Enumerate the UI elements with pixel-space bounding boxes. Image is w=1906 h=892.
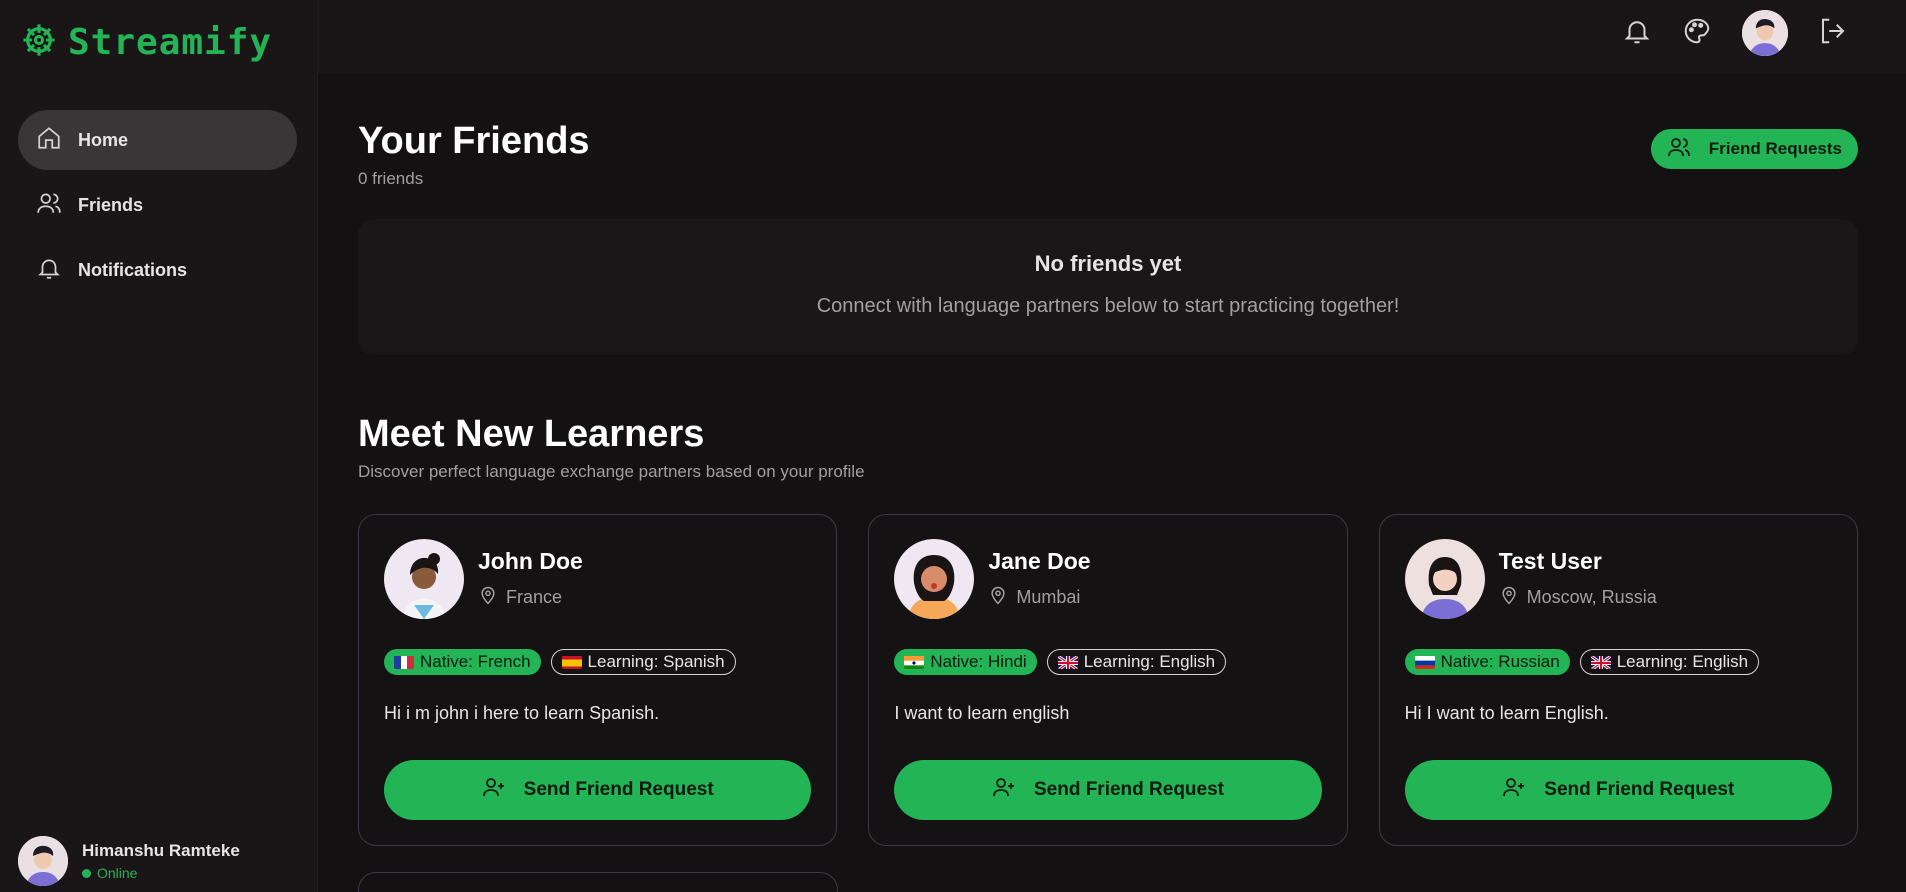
map-pin-icon xyxy=(1499,585,1519,610)
flag-uk-icon xyxy=(1057,655,1078,669)
section-title: Meet New Learners xyxy=(358,413,705,455)
learning-language-label: Learning: English xyxy=(1083,652,1216,671)
friend-requests-button[interactable]: Friend Requests xyxy=(1650,129,1858,169)
learning-language-label: Learning: English xyxy=(1616,652,1749,671)
learner-location: Moscow, Russia xyxy=(1499,585,1657,610)
learner-card: Jane Doe Mumbai Native: Hindi Learning: … xyxy=(868,514,1348,846)
online-dot-icon xyxy=(82,868,91,878)
map-pin-icon xyxy=(478,585,498,610)
map-pin-icon xyxy=(988,585,1008,610)
learner-bio: Hi i m john i here to learn Spanish. xyxy=(384,703,660,723)
user-plus-icon xyxy=(992,775,1016,805)
avatar xyxy=(894,539,975,619)
send-friend-request-button[interactable]: Send Friend Request xyxy=(1404,760,1832,820)
learner-card xyxy=(358,872,838,892)
flag-russia-icon xyxy=(1414,655,1435,669)
ship-wheel-icon xyxy=(22,23,56,62)
learning-language-badge: Learning: Spanish xyxy=(550,649,736,675)
avatar xyxy=(1404,539,1485,619)
native-language-label: Native: Hindi xyxy=(930,652,1027,671)
bell-icon[interactable] xyxy=(1622,16,1652,51)
home-icon xyxy=(36,125,62,156)
learner-card: John Doe France Native: French Learning:… xyxy=(358,514,838,846)
sidebar-item-label: Friends xyxy=(78,194,144,215)
flag-france-icon xyxy=(394,655,414,669)
flag-uk-icon xyxy=(1590,655,1611,669)
learner-location: France xyxy=(478,585,583,610)
users-icon xyxy=(1667,135,1691,164)
logout-icon[interactable] xyxy=(1818,16,1848,51)
app-name: Streamify xyxy=(68,21,273,63)
learner-cards: John Doe France Native: French Learning:… xyxy=(358,514,1858,846)
users-icon xyxy=(36,190,62,221)
topbar xyxy=(318,0,1906,74)
learner-bio: Hi I want to learn English. xyxy=(1404,703,1609,723)
learner-name: Jane Doe xyxy=(988,548,1091,574)
native-language-label: Native: French xyxy=(420,652,531,671)
sidebar: Streamify Home Friends Notifications Him… xyxy=(0,0,318,892)
learning-language-badge: Learning: English xyxy=(1579,649,1760,675)
native-language-badge: Native: Hindi xyxy=(894,649,1037,675)
send-request-label: Send Friend Request xyxy=(1033,779,1224,800)
learner-bio: I want to learn english xyxy=(894,703,1070,723)
friends-empty-state: No friends yet Connect with language par… xyxy=(358,219,1858,355)
flag-india-icon xyxy=(904,655,925,669)
status-text: Online xyxy=(97,865,138,881)
user-plus-icon xyxy=(482,775,506,805)
friend-requests-label: Friend Requests xyxy=(1708,139,1842,158)
sidebar-item-home[interactable]: Home xyxy=(18,110,297,170)
send-request-label: Send Friend Request xyxy=(523,779,714,800)
user-plus-icon xyxy=(1502,775,1526,805)
current-user[interactable]: Himanshu Ramteke Online xyxy=(18,836,240,886)
learner-name: Test User xyxy=(1498,548,1602,574)
empty-description: Connect with language partners below to … xyxy=(816,295,1400,317)
sidebar-item-label: Notifications xyxy=(78,259,188,280)
location-text: France xyxy=(506,587,563,607)
page-title: Your Friends xyxy=(358,120,590,162)
topbar-actions xyxy=(1622,10,1848,56)
friends-header: Your Friends 0 friends Friend Requests xyxy=(358,74,1858,189)
sidebar-item-label: Home xyxy=(78,129,129,150)
learner-card: Test User Moscow, Russia Native: Russian xyxy=(1378,514,1858,846)
learner-name: John Doe xyxy=(478,548,583,574)
empty-title: No friends yet xyxy=(1034,251,1182,276)
sidebar-item-friends[interactable]: Friends xyxy=(18,175,297,235)
location-text: Mumbai xyxy=(1016,587,1081,607)
avatar xyxy=(384,539,464,619)
native-language-badge: Native: French xyxy=(384,649,541,675)
user-name: Himanshu Ramteke xyxy=(82,841,240,860)
section-subtitle: Discover perfect language exchange partn… xyxy=(358,462,865,481)
main-content: Your Friends 0 friends Friend Requests N… xyxy=(358,74,1858,846)
bell-icon xyxy=(36,255,62,286)
send-request-label: Send Friend Request xyxy=(1544,779,1735,800)
status-badge: Online xyxy=(82,865,240,881)
native-language-label: Native: Russian xyxy=(1440,652,1560,671)
palette-icon[interactable] xyxy=(1682,16,1712,51)
learning-language-label: Learning: Spanish xyxy=(587,652,725,671)
friends-count: 0 friends xyxy=(358,169,424,188)
avatar[interactable] xyxy=(1742,10,1788,56)
learner-location: Mumbai xyxy=(988,585,1090,610)
sidebar-item-notifications[interactable]: Notifications xyxy=(18,240,297,300)
avatar xyxy=(18,836,68,886)
flag-spain-icon xyxy=(561,655,582,669)
send-friend-request-button[interactable]: Send Friend Request xyxy=(894,760,1322,820)
sidebar-nav: Home Friends Notifications xyxy=(18,110,297,305)
native-language-badge: Native: Russian xyxy=(1404,649,1570,675)
send-friend-request-button[interactable]: Send Friend Request xyxy=(384,760,812,820)
logo[interactable]: Streamify xyxy=(22,20,272,64)
location-text: Moscow, Russia xyxy=(1526,587,1657,607)
learning-language-badge: Learning: English xyxy=(1046,649,1227,675)
